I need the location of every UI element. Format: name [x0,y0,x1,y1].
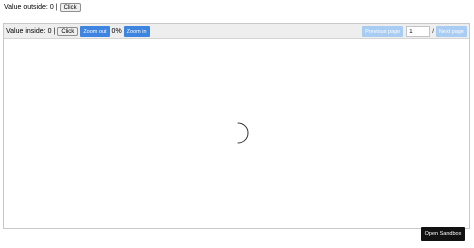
toolbar-right-group: Previous page / Next page [362,26,467,37]
outside-value-number: 0 [49,3,54,11]
next-page-button[interactable]: Next page [435,26,467,37]
outside-value-row: Value outside: 0 | Click [4,2,81,12]
inside-value-label: Value inside: [6,28,46,35]
outside-click-button[interactable]: Click [59,2,81,12]
page-slash: / [432,28,434,35]
zoom-out-button[interactable]: Zoom out [80,26,110,37]
app-root: Value outside: 0 | Click Value inside: 0… [0,0,474,248]
inside-value-number: 0 [47,28,52,35]
zoom-level: 0% [111,28,122,35]
viewer-toolbar: Value inside: 0 | Click Zoom out 0% Zoom… [4,24,469,39]
spinner-icon [237,122,249,144]
zoom-in-button[interactable]: Zoom in [123,26,150,37]
inside-separator: | [53,28,56,35]
outside-separator: | [55,3,58,11]
page-number-input[interactable] [406,26,431,37]
inside-click-button[interactable]: Click [57,27,79,36]
previous-page-button[interactable]: Previous page [362,26,404,37]
toolbar-left-group: Value inside: 0 | Click Zoom out 0% Zoom… [6,26,152,37]
viewer-frame: Value inside: 0 | Click Zoom out 0% Zoom… [3,23,470,229]
outside-value-label: Value outside: [4,3,48,11]
open-sandbox-button[interactable]: Open Sandbox [421,227,465,241]
